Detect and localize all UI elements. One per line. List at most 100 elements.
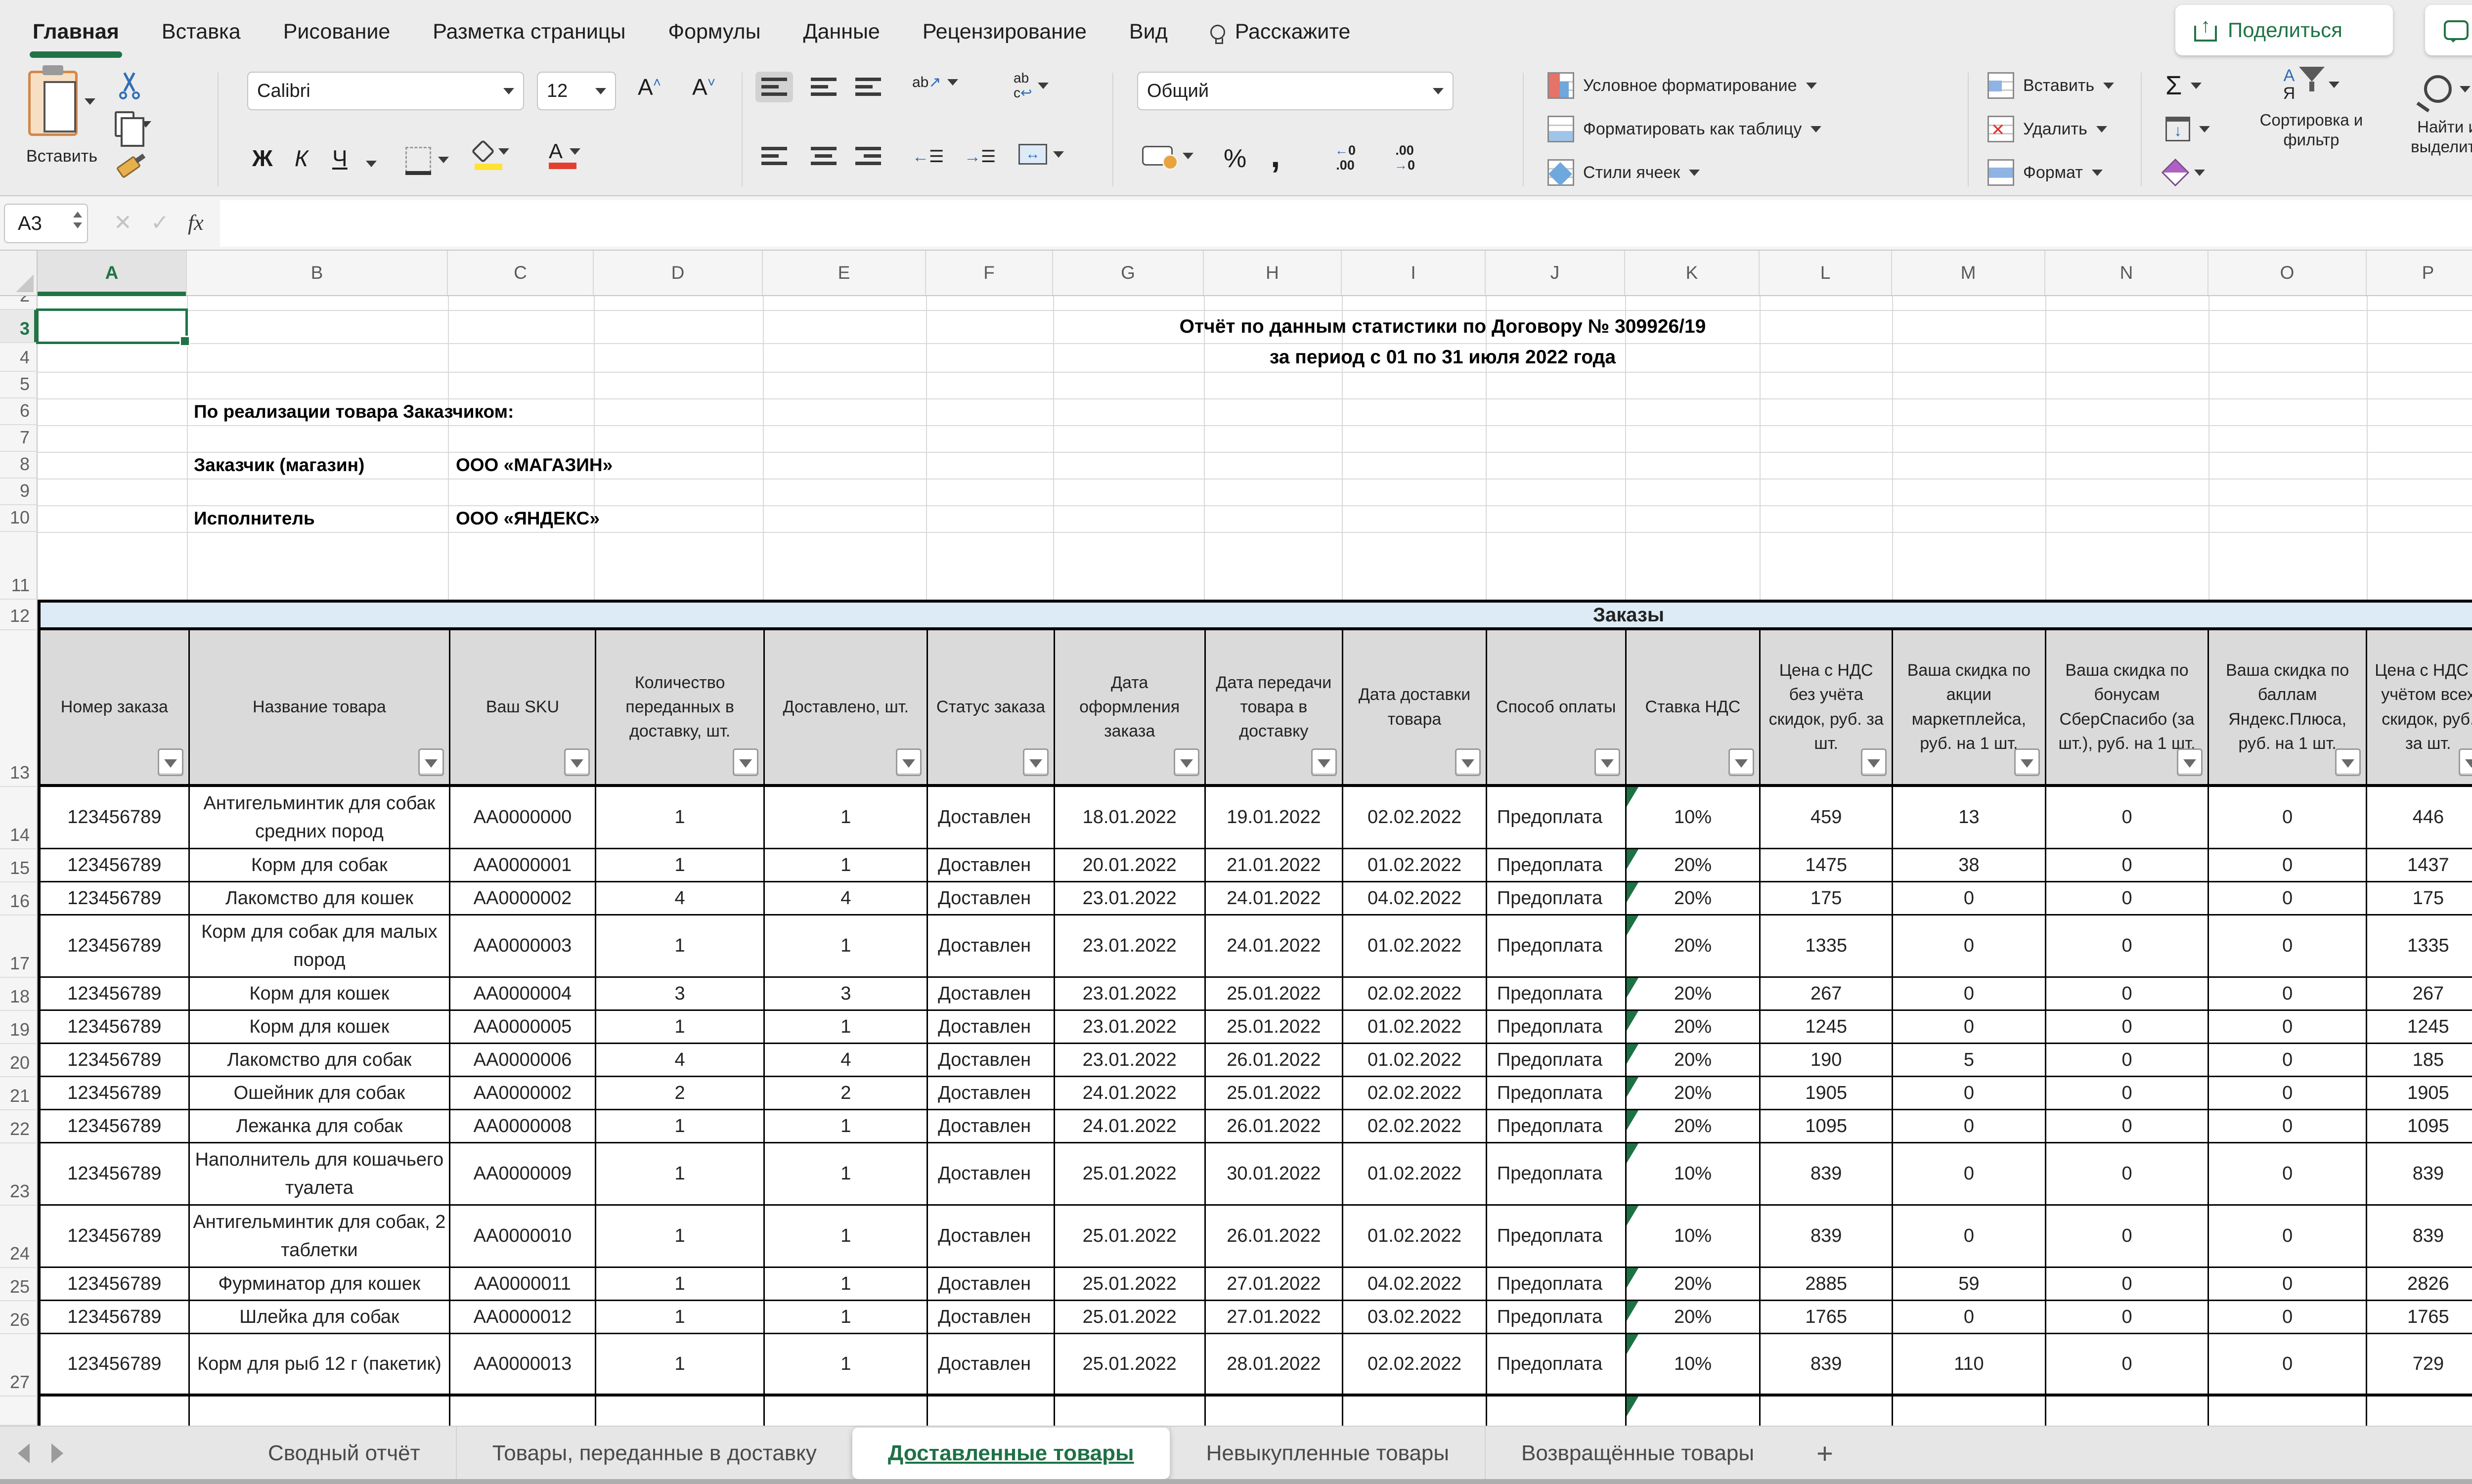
filter-button[interactable] (896, 748, 922, 776)
table-cell[interactable]: 123456789 (41, 882, 190, 914)
table-cell[interactable]: 1 (596, 1110, 765, 1142)
name-box[interactable]: A3 (4, 204, 88, 243)
fill-color-button[interactable] (475, 143, 509, 170)
table-cell[interactable]: 0 (2046, 1334, 2209, 1394)
ribbon-tab-Рисование[interactable]: Рисование (283, 0, 391, 64)
table-cell[interactable]: AA0000003 (450, 916, 596, 976)
table-cell[interactable]: Предоплата (1487, 1077, 1627, 1109)
row-header-26[interactable]: 26 (0, 1301, 38, 1334)
table-cell[interactable]: 01.02.2022 (1343, 1143, 1487, 1204)
row-header-3[interactable]: 3 (0, 310, 38, 343)
table-cell[interactable]: Антигельминтик для собак средних пород (190, 787, 450, 848)
table-cell[interactable]: 1335 (2367, 916, 2472, 976)
header-cell[interactable]: Ставка НДС (1627, 630, 1761, 784)
table-cell[interactable]: 0 (1893, 1206, 2046, 1266)
table-cell[interactable]: Доставлен (928, 1110, 1055, 1142)
table-cell[interactable]: 0 (1893, 1110, 2046, 1142)
italic-button[interactable]: К (295, 147, 308, 170)
font-size-select[interactable]: 12 (537, 72, 616, 110)
table-cell[interactable]: 20.01.2022 (1055, 849, 1206, 881)
table-cell[interactable]: 10% (1627, 1206, 1761, 1266)
table-cell[interactable]: 839 (2367, 1206, 2472, 1266)
table-cell[interactable]: Доставлен (928, 1044, 1055, 1076)
table-cell[interactable]: Доставлен (928, 1301, 1055, 1333)
align-top-button[interactable] (755, 72, 793, 102)
table-cell[interactable]: Корм для кошек (190, 1011, 450, 1043)
column-header-H[interactable]: H (1204, 251, 1342, 295)
increase-indent-button[interactable]: →☰ (964, 147, 996, 167)
table-cell[interactable]: 1905 (1761, 1077, 1893, 1109)
column-header-K[interactable]: K (1625, 251, 1760, 295)
cancel-entry-icon[interactable]: ✕ (114, 210, 132, 235)
table-cell[interactable]: Шлейка для собак (190, 1301, 450, 1333)
table-cell[interactable] (2367, 1397, 2472, 1426)
table-cell[interactable]: 3 (765, 978, 928, 1009)
table-cell[interactable] (1343, 1397, 1487, 1426)
currency-format-button[interactable] (1142, 146, 1193, 166)
table-cell[interactable]: Доставлен (928, 916, 1055, 976)
table-cell[interactable]: Доставлен (928, 1268, 1055, 1300)
table-cell[interactable]: 0 (1893, 882, 2046, 914)
table-cell[interactable]: 20% (1627, 1077, 1761, 1109)
column-header-G[interactable]: G (1053, 251, 1204, 295)
select-all-corner[interactable] (0, 251, 38, 295)
table-cell[interactable]: Корм для рыб 12 г (пакетик) (190, 1334, 450, 1394)
table-cell[interactable]: 0 (1893, 978, 2046, 1009)
table-cell[interactable]: 10% (1627, 1143, 1761, 1204)
table-cell[interactable]: 20% (1627, 1110, 1761, 1142)
table-cell[interactable]: 123456789 (41, 1011, 190, 1043)
table-cell[interactable]: 1 (596, 1011, 765, 1043)
row-header-8[interactable]: 8 (0, 452, 38, 479)
header-cell[interactable]: Номер заказа (41, 630, 190, 784)
table-cell[interactable] (1487, 1397, 1627, 1426)
table-cell[interactable]: 123456789 (41, 1206, 190, 1266)
table-cell[interactable]: 19.01.2022 (1206, 787, 1344, 848)
table-cell[interactable]: 1 (765, 1143, 928, 1204)
table-cell[interactable]: 20% (1627, 916, 1761, 976)
table-cell[interactable]: 123456789 (41, 978, 190, 1009)
comments-button[interactable]: Примечания (2425, 5, 2472, 55)
header-cell[interactable]: Статус заказа (928, 630, 1055, 784)
table-cell[interactable]: 2 (596, 1077, 765, 1109)
table-cell[interactable]: Предоплата (1487, 882, 1627, 914)
table-cell[interactable]: 2 (765, 1077, 928, 1109)
table-cell[interactable]: 04.02.2022 (1343, 882, 1487, 914)
copy-button[interactable] (115, 111, 151, 137)
table-cell[interactable]: 59 (1893, 1268, 2046, 1300)
table-cell[interactable]: 0 (2209, 916, 2367, 976)
filter-button[interactable] (2177, 748, 2203, 776)
column-header-B[interactable]: B (187, 251, 448, 295)
table-cell[interactable]: AA0000008 (450, 1110, 596, 1142)
table-cell[interactable]: Наполнитель для кошачьего туалета (190, 1143, 450, 1204)
row-header-22[interactable]: 22 (0, 1110, 38, 1143)
header-cell[interactable]: Цена с НДС с учётом всех скидок, руб. за… (2367, 630, 2472, 784)
table-cell[interactable]: 0 (1893, 1301, 2046, 1333)
table-cell[interactable]: 0 (2209, 787, 2367, 848)
table-cell[interactable]: 01.02.2022 (1343, 916, 1487, 976)
table-cell[interactable]: 0 (2209, 849, 2367, 881)
column-header-D[interactable]: D (594, 251, 763, 295)
table-cell[interactable]: 02.02.2022 (1343, 1334, 1487, 1394)
table-cell[interactable]: 4 (596, 882, 765, 914)
table-cell[interactable]: AA0000006 (450, 1044, 596, 1076)
header-cell[interactable]: Доставлено, шт. (765, 630, 928, 784)
row-header-4[interactable]: 4 (0, 343, 38, 372)
table-cell[interactable]: 175 (1761, 882, 1893, 914)
active-cell-selection[interactable] (36, 308, 188, 344)
row-header-24[interactable]: 24 (0, 1206, 38, 1268)
table-cell[interactable]: 26.01.2022 (1206, 1206, 1344, 1266)
table-cell[interactable]: 26.01.2022 (1206, 1044, 1344, 1076)
header-cell[interactable]: Дата доставки товара (1343, 630, 1487, 784)
filter-button[interactable] (1594, 748, 1620, 776)
column-header-N[interactable]: N (2045, 251, 2208, 295)
table-cell[interactable]: AA0000009 (450, 1143, 596, 1204)
sort-filter-button[interactable]: АЯ Сортировка и фильтр (2254, 67, 2368, 149)
table-cell[interactable]: 729 (2367, 1334, 2472, 1394)
table-cell[interactable]: 446 (2367, 787, 2472, 848)
table-cell[interactable] (928, 1397, 1055, 1426)
fx-icon[interactable]: fx (188, 210, 204, 235)
table-cell[interactable]: 20% (1627, 1268, 1761, 1300)
filter-button[interactable] (1174, 748, 1199, 776)
table-cell[interactable]: Предоплата (1487, 849, 1627, 881)
table-cell[interactable] (1627, 1397, 1761, 1426)
